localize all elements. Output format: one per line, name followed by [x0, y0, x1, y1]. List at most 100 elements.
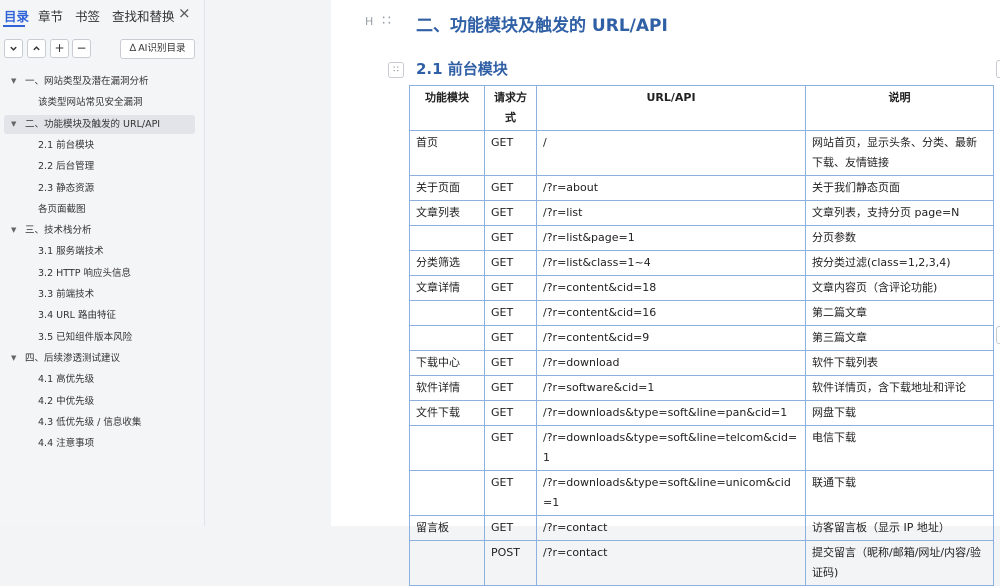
cell-desc[interactable]: 网站首页，显示头条、分类、最新下载、友情链接: [805, 130, 994, 176]
cell-method[interactable]: GET: [484, 325, 537, 351]
right-edge-handle[interactable]: [996, 60, 1000, 78]
cell-method[interactable]: GET: [484, 375, 537, 401]
heading-level-marker[interactable]: H: [365, 15, 373, 28]
tab-toc[interactable]: 目录: [4, 6, 29, 25]
cell-method[interactable]: GET: [484, 515, 537, 541]
toc-item[interactable]: 4.3 低优先级 / 信息收集: [0, 413, 205, 432]
cell-desc[interactable]: 软件下载列表: [805, 350, 994, 376]
cell-module[interactable]: [409, 470, 485, 516]
cell-module[interactable]: 文章详情: [409, 275, 485, 301]
cell-url[interactable]: /?r=download: [536, 350, 806, 376]
cell-url[interactable]: /?r=contact: [536, 540, 806, 586]
cell-method[interactable]: GET: [484, 350, 537, 376]
toc-item[interactable]: 4.1 高优先级: [0, 370, 205, 389]
cell-method[interactable]: GET: [484, 250, 537, 276]
cell-url[interactable]: /?r=downloads&type=soft&line=pan&cid=1: [536, 400, 806, 426]
cell-method[interactable]: GET: [484, 275, 537, 301]
toc-item[interactable]: 2.1 前台模块: [0, 136, 205, 155]
toc-item[interactable]: 3.1 服务端技术: [0, 242, 205, 261]
cell-method[interactable]: GET: [484, 470, 537, 516]
remove-heading-button[interactable]: −: [72, 39, 91, 58]
cell-method[interactable]: GET: [484, 130, 537, 176]
toc-item[interactable]: 3.2 HTTP 响应头信息: [0, 264, 205, 283]
cell-desc[interactable]: 分页参数: [805, 225, 994, 251]
cell-method[interactable]: GET: [484, 425, 537, 471]
cell-url[interactable]: /?r=about: [536, 175, 806, 201]
cell-desc[interactable]: 电信下载: [805, 425, 994, 471]
cell-desc[interactable]: 第三篇文章: [805, 325, 994, 351]
tab-chapters[interactable]: 章节: [38, 6, 63, 25]
expand-arrow-icon[interactable]: ▼: [11, 72, 16, 91]
cell-module[interactable]: 文章列表: [409, 200, 485, 226]
cell-module[interactable]: [409, 225, 485, 251]
toc-item[interactable]: 该类型网站常见安全漏洞: [0, 93, 205, 112]
expand-arrow-icon[interactable]: ▼: [11, 221, 16, 240]
drag-handle-icon[interactable]: ∷: [382, 13, 391, 29]
toc-item[interactable]: 4.2 中优先级: [0, 392, 205, 411]
expand-arrow-icon[interactable]: ▼: [11, 115, 16, 134]
cell-module[interactable]: 文件下载: [409, 400, 485, 426]
header-module: 功能模块: [409, 85, 485, 131]
cell-url[interactable]: /?r=downloads&type=soft&line=telcom&cid=…: [536, 425, 806, 471]
cell-url[interactable]: /?r=contact: [536, 515, 806, 541]
toc-item[interactable]: ▼ 二、功能模块及触发的 URL/API: [4, 114, 195, 134]
cell-url[interactable]: /?r=list&page=1: [536, 225, 806, 251]
toc-item[interactable]: 2.3 静态资源: [0, 179, 205, 198]
cell-url[interactable]: /?r=content&cid=16: [536, 300, 806, 326]
cell-module[interactable]: 首页: [409, 130, 485, 176]
cell-desc[interactable]: 提交留言（昵称/邮箱/网址/内容/验证码): [805, 540, 994, 586]
toc-item[interactable]: 2.2 后台管理: [0, 157, 205, 176]
cell-module[interactable]: [409, 325, 485, 351]
tab-bookmarks[interactable]: 书签: [75, 6, 100, 25]
block-handle-icon[interactable]: ∷: [388, 62, 404, 78]
cell-method[interactable]: POST: [484, 540, 537, 586]
toc-item[interactable]: ▼ 三、技术栈分析: [0, 221, 205, 240]
cell-module[interactable]: 软件详情: [409, 375, 485, 401]
close-icon[interactable]: ×: [178, 4, 191, 22]
cell-url[interactable]: /?r=content&cid=18: [536, 275, 806, 301]
cell-desc[interactable]: 访客留言板（显示 IP 地址）: [805, 515, 994, 541]
collapse-all-button[interactable]: [4, 39, 23, 58]
cell-url[interactable]: /?r=software&cid=1: [536, 375, 806, 401]
add-heading-button[interactable]: +: [50, 39, 69, 58]
cell-method[interactable]: GET: [484, 300, 537, 326]
cell-module[interactable]: 留言板: [409, 515, 485, 541]
cell-module[interactable]: [409, 425, 485, 471]
cell-module[interactable]: 分类筛选: [409, 250, 485, 276]
cell-method[interactable]: GET: [484, 225, 537, 251]
cell-desc[interactable]: 网盘下载: [805, 400, 994, 426]
cell-url[interactable]: /: [536, 130, 806, 176]
cell-module[interactable]: [409, 300, 485, 326]
cell-desc[interactable]: 第二篇文章: [805, 300, 994, 326]
cell-url[interactable]: /?r=downloads&type=soft&line=unicom&cid=…: [536, 470, 806, 516]
expand-all-button[interactable]: [27, 39, 46, 58]
cell-method[interactable]: GET: [484, 175, 537, 201]
cell-desc[interactable]: 关于我们静态页面: [805, 175, 994, 201]
cell-module[interactable]: [409, 540, 485, 586]
expand-arrow-icon[interactable]: ▼: [11, 349, 16, 368]
cell-url[interactable]: /?r=list: [536, 200, 806, 226]
cell-module[interactable]: 下载中心: [409, 350, 485, 376]
cell-desc[interactable]: 软件详情页，含下载地址和评论: [805, 375, 994, 401]
toc-item[interactable]: 3.4 URL 路由特征: [0, 306, 205, 325]
tab-find-replace[interactable]: 查找和替换: [112, 6, 175, 25]
table-row: POST/?r=contact 提交留言（昵称/邮箱/网址/内容/验证码): [409, 540, 994, 586]
toc-item[interactable]: ▼ 四、后续渗透测试建议: [0, 349, 205, 368]
ai-recognize-toc-button[interactable]: ∆ AI识别目录: [120, 39, 195, 59]
cell-desc[interactable]: 文章内容页（含评论功能): [805, 275, 994, 301]
cell-desc[interactable]: 联通下载: [805, 470, 994, 516]
toc-item[interactable]: 3.5 已知组件版本风险: [0, 328, 205, 347]
cell-desc[interactable]: 按分类过滤(class=1,2,3,4): [805, 250, 994, 276]
cell-method[interactable]: GET: [484, 400, 537, 426]
toc-item[interactable]: ▼ 一、网站类型及潜在漏洞分析: [0, 72, 205, 91]
cell-method[interactable]: GET: [484, 200, 537, 226]
cell-desc[interactable]: 文章列表，支持分页 page=N: [805, 200, 994, 226]
toc-item[interactable]: 4.4 注意事项: [0, 434, 205, 453]
api-table: 功能模块 请求方式 URL/API 说明 首页 GET / 网站首页，显示头条、分类、…: [409, 85, 994, 586]
cell-module[interactable]: 关于页面: [409, 175, 485, 201]
toc-item[interactable]: 各页面截图: [0, 200, 205, 219]
toc-item[interactable]: 3.3 前端技术: [0, 285, 205, 304]
cell-url[interactable]: /?r=list&class=1~4: [536, 250, 806, 276]
right-edge-handle[interactable]: [996, 326, 1000, 344]
cell-url[interactable]: /?r=content&cid=9: [536, 325, 806, 351]
